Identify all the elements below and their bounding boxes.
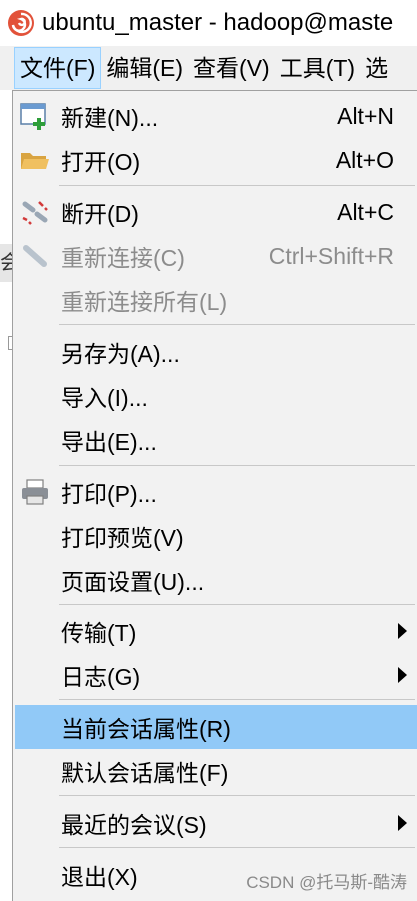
menu-item-default-session-properties[interactable]: 默认会话属性(F) bbox=[15, 749, 417, 793]
menu-separator bbox=[59, 185, 415, 186]
menu-item-transfer[interactable]: 传输(T) bbox=[15, 609, 417, 653]
menu-separator bbox=[59, 604, 415, 605]
submenu-arrow-icon bbox=[398, 815, 407, 831]
menu-item-recent-sessions[interactable]: 最近的会议(S) bbox=[15, 801, 417, 845]
open-folder-icon bbox=[21, 153, 49, 169]
file-menu-dropdown: 新建(N)... Alt+N 打开(O) Alt+O 断开(D) Alt+C 重… bbox=[12, 90, 417, 901]
menu-options[interactable]: 选 bbox=[360, 47, 393, 89]
window-title: ubuntu_master - hadoop@maste bbox=[42, 9, 394, 36]
submenu-arrow-icon bbox=[398, 667, 407, 683]
menu-item-import[interactable]: 导入(I)... bbox=[15, 374, 417, 418]
menu-item-label: 当前会话属性(R) bbox=[61, 716, 231, 742]
menu-item-label: 重新连接所有(L) bbox=[61, 289, 228, 315]
menu-item-reconnect: 重新连接(C) Ctrl+Shift+R bbox=[15, 234, 417, 278]
menu-item-new[interactable]: 新建(N)... Alt+N bbox=[15, 94, 417, 138]
menu-tools[interactable]: 工具(T) bbox=[275, 47, 360, 89]
menu-item-disconnect[interactable]: 断开(D) Alt+C bbox=[15, 190, 417, 234]
menu-item-shortcut: Ctrl+Shift+R bbox=[268, 242, 394, 269]
menu-item-print[interactable]: 打印(P)... bbox=[15, 470, 417, 514]
menu-item-label: 日志(G) bbox=[61, 664, 141, 690]
menu-item-label: 页面设置(U)... bbox=[61, 569, 205, 595]
menu-item-print-preview[interactable]: 打印预览(V) bbox=[15, 514, 417, 558]
menu-separator bbox=[59, 847, 415, 848]
menu-item-export[interactable]: 导出(E)... bbox=[15, 418, 417, 462]
title-bar: ubuntu_master - hadoop@maste bbox=[0, 0, 417, 46]
reconnect-icon bbox=[23, 245, 47, 267]
menu-item-label: 导出(E)... bbox=[61, 429, 157, 455]
printer-icon bbox=[22, 479, 48, 505]
menu-separator bbox=[59, 324, 415, 325]
menu-edit[interactable]: 编辑(E) bbox=[101, 47, 188, 89]
menu-item-shortcut: Alt+O bbox=[335, 146, 394, 173]
menu-item-label: 退出(X) bbox=[61, 864, 138, 890]
menu-item-label: 默认会话属性(F) bbox=[61, 760, 229, 786]
menu-separator bbox=[59, 465, 415, 466]
menu-bar: 文件(F) 编辑(E) 查看(V) 工具(T) 选 bbox=[0, 46, 417, 90]
menu-item-shortcut: Alt+N bbox=[337, 102, 394, 129]
menu-item-open[interactable]: 打开(O) Alt+O bbox=[15, 138, 417, 182]
menu-item-label: 传输(T) bbox=[61, 620, 137, 646]
menu-item-shortcut: Alt+C bbox=[337, 198, 394, 225]
menu-item-save-as[interactable]: 另存为(A)... bbox=[15, 330, 417, 374]
submenu-arrow-icon bbox=[398, 623, 407, 639]
menu-item-log[interactable]: 日志(G) bbox=[15, 653, 417, 697]
menu-item-page-setup[interactable]: 页面设置(U)... bbox=[15, 558, 417, 602]
disconnect-icon bbox=[22, 201, 48, 225]
menu-view[interactable]: 查看(V) bbox=[188, 47, 275, 89]
menu-item-reconnect-all: 重新连接所有(L) bbox=[15, 278, 417, 322]
menu-item-label: 另存为(A)... bbox=[61, 341, 180, 367]
menu-item-label: 最近的会议(S) bbox=[61, 812, 207, 838]
menu-item-label: 打印(P)... bbox=[61, 481, 157, 507]
menu-separator bbox=[59, 795, 415, 796]
menu-item-label: 导入(I)... bbox=[61, 385, 148, 411]
menu-item-current-session-properties[interactable]: 当前会话属性(R) bbox=[15, 705, 417, 749]
menu-file[interactable]: 文件(F) bbox=[14, 47, 102, 89]
swirl-app-icon bbox=[8, 10, 34, 36]
new-session-icon bbox=[20, 103, 46, 130]
menu-separator bbox=[59, 699, 415, 700]
menu-item-label: 重新连接(C) bbox=[61, 245, 185, 271]
menu-item-label: 打印预览(V) bbox=[61, 525, 184, 551]
menu-item-label: 新建(N)... bbox=[61, 105, 159, 131]
menu-item-label: 打开(O) bbox=[61, 149, 141, 175]
menu-item-label: 断开(D) bbox=[61, 201, 139, 227]
watermark: CSDN @托马斯-酷涛 bbox=[246, 873, 407, 892]
